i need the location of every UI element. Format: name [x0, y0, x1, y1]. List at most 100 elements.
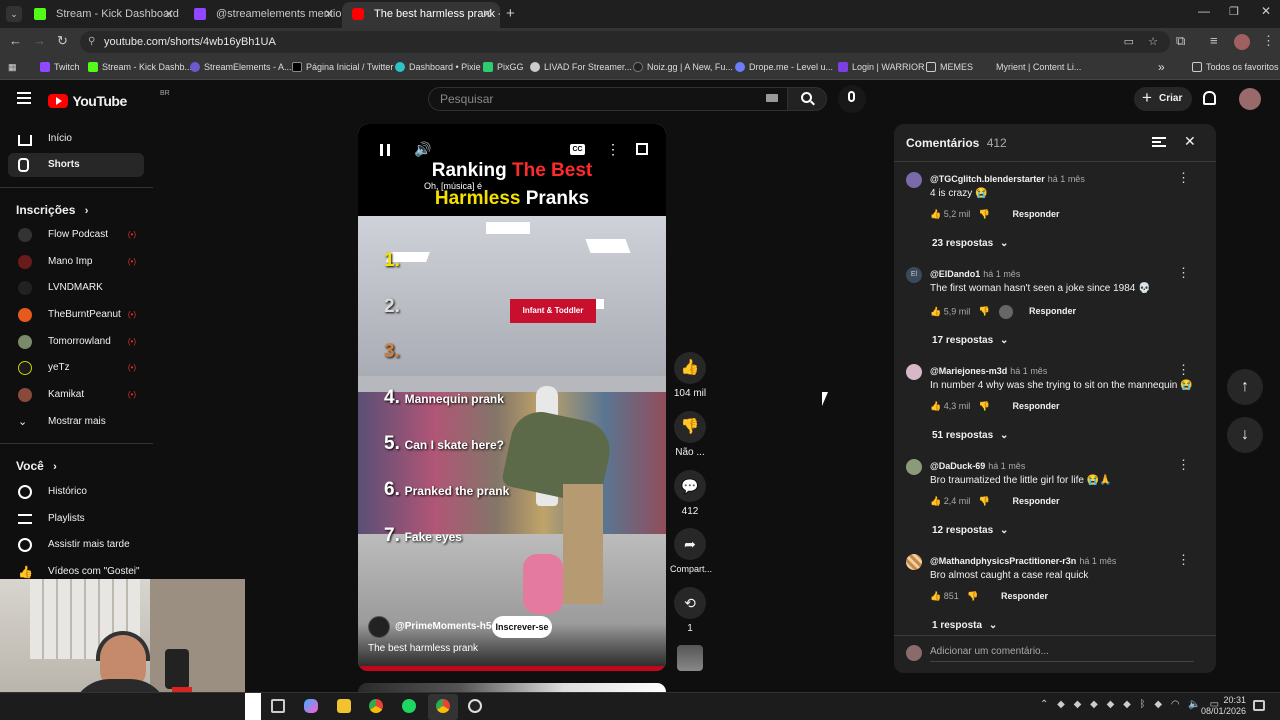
bookmark-kick[interactable]: Stream - Kick Dashb... [88, 56, 192, 80]
reload-icon[interactable]: ↻ [57, 33, 68, 49]
tab-search-button[interactable]: ⌄ [6, 6, 22, 22]
remix-button[interactable]: ⟲ 1 [670, 587, 710, 634]
bookmark-myrient[interactable]: Myrient | Content Li... [982, 56, 1081, 80]
replies-toggle[interactable]: 23 respostas ⌄ [932, 238, 1008, 249]
comment-author[interactable]: @TGCglitch.blenderstarter há 1 mês [930, 174, 1085, 184]
profile-avatar[interactable] [1234, 34, 1250, 50]
youtube-logo[interactable]: YouTube BR [48, 90, 170, 109]
bookmark-drope[interactable]: Drope.me - Level u... [735, 56, 833, 80]
create-button[interactable]: + Criar [1134, 87, 1192, 111]
minimize-icon[interactable]: — [1198, 4, 1210, 18]
close-comments-icon[interactable]: ✕ [1184, 133, 1196, 150]
sidebar-item-lvndmark[interactable]: LVNDMARK [8, 276, 144, 300]
reply-button[interactable]: Responder [1029, 306, 1076, 316]
bookmark-noiz[interactable]: Noiz.gg | A New, Fu... [633, 56, 733, 80]
copilot-icon[interactable] [304, 699, 318, 713]
sidebar-item-yetz[interactable]: yeTz (•) [8, 356, 144, 380]
taskbar-clock[interactable]: 20:31 08/01/2026 [1196, 695, 1246, 717]
sidebar-item-kamikat[interactable]: Kamikat (•) [8, 383, 144, 407]
close-tab-icon[interactable]: ✕ [482, 2, 492, 26]
sidebar-show-more[interactable]: ⌄ Mostrar mais [8, 410, 144, 434]
channel-name[interactable]: @PrimeMoments-h5q [395, 621, 498, 632]
sort-comments-icon[interactable] [1152, 137, 1166, 147]
close-window-icon[interactable]: ✕ [1261, 4, 1271, 18]
sidebar-item-history[interactable]: Histórico [8, 480, 144, 504]
bookmark-pixie[interactable]: Dashboard • Pixie [395, 56, 481, 80]
tray-app-icon[interactable]: ◆ [1123, 699, 1131, 710]
cast-icon[interactable]: ▭ [1124, 31, 1134, 53]
replies-toggle[interactable]: 17 respostas ⌄ [932, 335, 1008, 346]
sidebar-item-tomorrowland[interactable]: Tomorrowland (•) [8, 330, 144, 354]
subscribe-button[interactable]: Inscrever-se [492, 616, 552, 638]
tray-app-icon[interactable]: ◆ [1074, 699, 1082, 710]
commenter-avatar[interactable] [906, 172, 922, 188]
comment-more-icon[interactable]: ⋮ [1177, 362, 1190, 378]
comment-author[interactable]: @MathandphysicsPractitioner-r3n há 1 mês [930, 556, 1116, 566]
bookmark-pixgg[interactable]: PixGG [483, 56, 524, 80]
new-tab-icon[interactable]: + [506, 5, 515, 22]
commenter-avatar[interactable] [906, 364, 922, 380]
bookmark-twitter[interactable]: Página Inicial / Twitter [292, 56, 393, 80]
address-bar[interactable]: ⚲ youtube.com/shorts/4wb16yBh1UA ☆ ▭ [80, 31, 1170, 53]
add-comment-input[interactable]: Adicionar um comentário... [930, 646, 1194, 662]
next-video-preview[interactable] [358, 683, 666, 692]
you-heading[interactable]: Você › [16, 459, 57, 473]
bookmark-livad[interactable]: LIVAD For Streamer... [530, 56, 632, 80]
thumbs-up-icon[interactable]: 👍 [930, 496, 941, 506]
replies-toggle[interactable]: 12 respostas ⌄ [932, 525, 1008, 536]
chevron-up-icon[interactable]: ⌃ [1040, 699, 1048, 710]
commenter-avatar[interactable] [906, 459, 922, 475]
media-icon[interactable]: ≡ [1210, 33, 1218, 48]
search-button[interactable] [787, 87, 827, 111]
account-avatar[interactable] [1239, 88, 1261, 110]
reply-button[interactable]: Responder [1001, 591, 1048, 601]
subscriptions-heading[interactable]: Inscrições › [16, 203, 88, 217]
pause-icon[interactable] [380, 144, 390, 156]
tab-youtube[interactable]: The best harmless prank - Y ✕ [342, 2, 500, 28]
comment-more-icon[interactable]: ⋮ [1177, 265, 1190, 281]
commenter-avatar[interactable]: El [906, 267, 922, 283]
restore-icon[interactable]: ❐ [1229, 5, 1239, 18]
sidebar-item-flow-podcast[interactable]: Flow Podcast (•) [8, 223, 144, 247]
thumbs-down-icon[interactable]: 👎 [979, 306, 990, 316]
apps-icon[interactable]: ▦ [8, 56, 17, 80]
thumbs-up-icon[interactable]: 👍 [930, 306, 941, 316]
bookmarks-overflow-icon[interactable]: » [1158, 56, 1165, 80]
search-input[interactable]: Pesquisar [428, 87, 788, 111]
close-tab-icon[interactable]: ✕ [164, 2, 174, 26]
thumbs-down-icon[interactable]: 👎 [979, 401, 990, 411]
browser-menu-icon[interactable]: ⋮ [1262, 33, 1275, 49]
comment-author[interactable]: @DaDuck-69 há 1 mês [930, 461, 1025, 471]
tray-app-icon[interactable]: ◆ [1107, 699, 1115, 710]
file-explorer-icon[interactable] [337, 699, 351, 713]
volume-icon[interactable]: 🔊 [414, 141, 431, 158]
more-options-icon[interactable]: ⋮ [606, 141, 620, 158]
tab-kick-dashboard[interactable]: Stream - Kick Dashboard ✕ [24, 2, 182, 28]
reply-button[interactable]: Responder [1013, 401, 1060, 411]
extensions-icon[interactable]: ⧉ [1176, 33, 1185, 49]
tab-streamelements[interactable]: @streamelements mentione ✕ [184, 2, 342, 28]
keyboard-icon[interactable] [766, 94, 778, 102]
wifi-icon[interactable]: ◠ [1171, 699, 1180, 710]
thumbs-down-icon[interactable]: 👎 [979, 496, 990, 506]
sidebar-item-home[interactable]: Início [8, 127, 144, 151]
thumbs-up-icon[interactable]: 👍 [930, 591, 941, 601]
channel-avatar[interactable] [368, 616, 390, 638]
bookmark-warrior[interactable]: Login | WARRIOR [838, 56, 925, 80]
back-icon[interactable]: ← [9, 33, 22, 48]
tray-app-icon[interactable]: ◆ [1154, 699, 1162, 710]
bookmark-star-icon[interactable]: ☆ [1148, 31, 1158, 53]
sound-thumbnail[interactable] [677, 645, 703, 671]
notifications-bell-icon[interactable] [1203, 91, 1216, 105]
dislike-button[interactable]: 👎 Não ... [670, 411, 710, 458]
tray-app-icon[interactable]: ◆ [1090, 699, 1098, 710]
hamburger-menu-icon[interactable] [17, 92, 31, 104]
close-tab-icon[interactable]: ✕ [324, 2, 334, 26]
voice-search-button[interactable] [838, 85, 866, 113]
sidebar-item-playlists[interactable]: Playlists [8, 507, 144, 531]
sidebar-item-watch-later[interactable]: Assistir mais tarde [8, 533, 144, 557]
thumbs-up-icon[interactable]: 👍 [930, 209, 941, 219]
reply-button[interactable]: Responder [1013, 209, 1060, 219]
comments-button[interactable]: 💬 412 [670, 470, 710, 517]
sidebar-item-theburntpeanut[interactable]: TheBurntPeanut (•) [8, 303, 144, 327]
